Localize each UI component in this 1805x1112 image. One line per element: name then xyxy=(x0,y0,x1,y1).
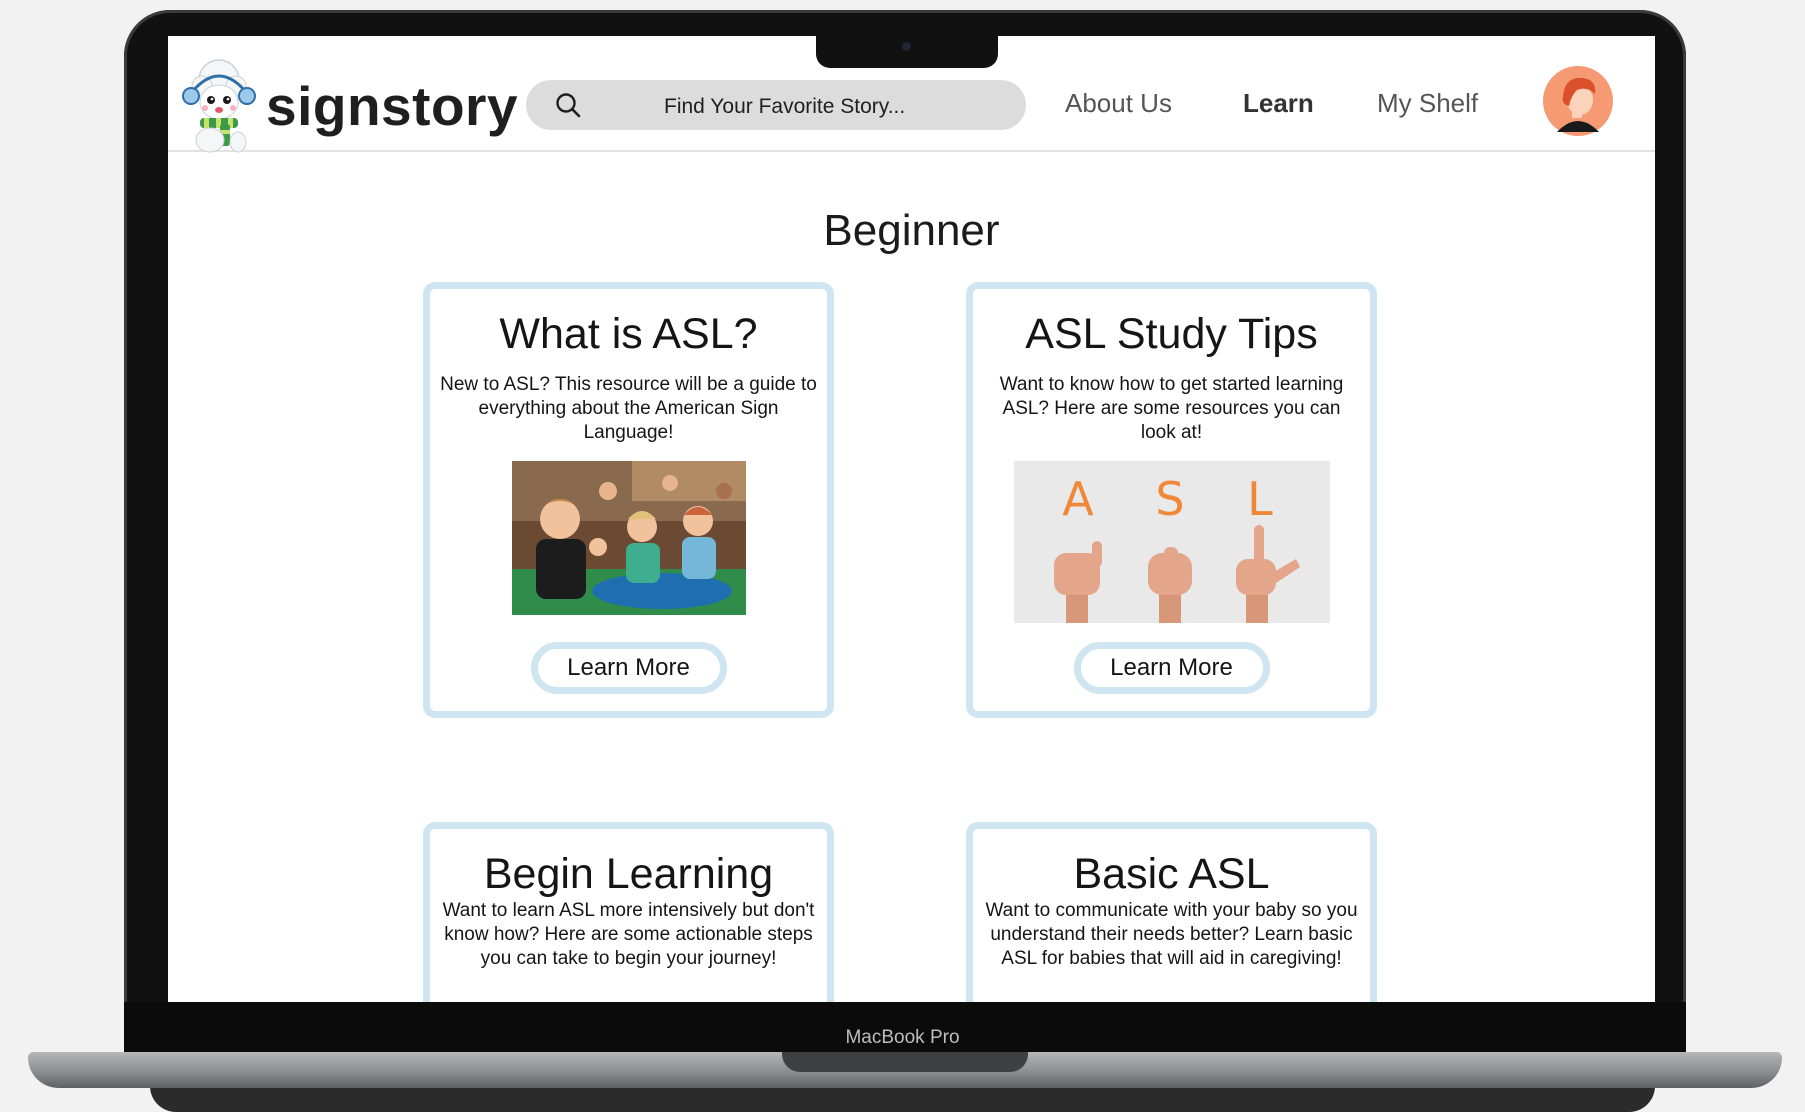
user-avatar-icon[interactable] xyxy=(1543,66,1613,136)
device-model-label: MacBook Pro xyxy=(845,1027,960,1048)
asl-letter-a: A xyxy=(1062,472,1094,526)
nav-about-us[interactable]: About Us xyxy=(1065,88,1172,119)
card-description: Want to know how to get started learning… xyxy=(999,374,1344,443)
search-input[interactable]: Find Your Favorite Story... xyxy=(664,95,905,119)
search-bar[interactable]: Find Your Favorite Story... xyxy=(526,80,1026,130)
card-description: New to ASL? This resource will be a guid… xyxy=(440,374,817,443)
card-title: ASL Study Tips xyxy=(1025,310,1318,358)
nav-learn[interactable]: Learn xyxy=(1243,88,1314,119)
asl-letter-s: S xyxy=(1155,472,1184,526)
children-signing-photo xyxy=(511,461,746,615)
card-title: What is ASL? xyxy=(499,310,758,358)
card-description: Want to learn ASL more intensively but d… xyxy=(442,900,815,969)
card-description: Want to communicate with your baby so yo… xyxy=(985,900,1358,969)
learn-more-button[interactable]: Learn More xyxy=(530,642,727,694)
nav-my-shelf[interactable]: My Shelf xyxy=(1377,88,1478,119)
browser-screen: signstory Find Your Favorite Story... Ab… xyxy=(164,36,1659,1002)
laptop-base-shadow xyxy=(150,1086,1655,1112)
search-icon[interactable] xyxy=(554,91,582,119)
learn-more-button[interactable]: Learn More xyxy=(1073,642,1270,694)
asl-letter-l: L xyxy=(1247,472,1273,526)
card-title: Begin Learning xyxy=(483,850,774,898)
camera-notch xyxy=(816,36,998,68)
asl-letters-hands-image: A S L xyxy=(1013,461,1330,623)
section-title: Beginner xyxy=(823,206,1000,255)
card-what-is-asl: What is ASL? New to ASL? This resource w… xyxy=(423,282,834,718)
sheep-mascot-logo-icon[interactable] xyxy=(180,58,258,154)
card-basic-asl: Basic ASL Want to communicate with your … xyxy=(966,822,1377,1002)
laptop-opening-notch xyxy=(782,1052,1028,1072)
card-begin-learning: Begin Learning Want to learn ASL more in… xyxy=(423,822,834,1002)
camera-icon xyxy=(902,42,911,51)
brand-logo-text[interactable]: signstory xyxy=(266,74,518,138)
card-asl-study-tips: ASL Study Tips Want to know how to get s… xyxy=(966,282,1377,718)
card-title: Basic ASL xyxy=(1073,850,1270,898)
